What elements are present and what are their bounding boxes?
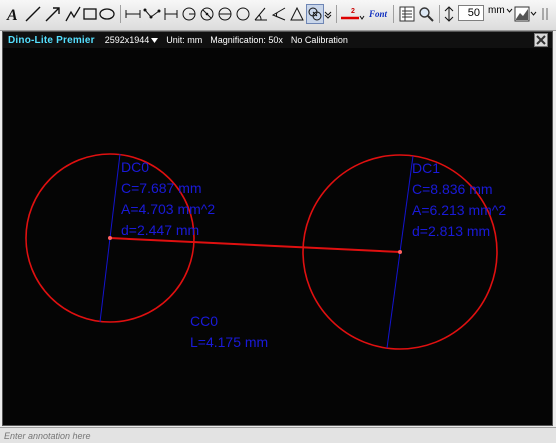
polyline-measure-icon <box>143 8 161 19</box>
circle-diameter-icon <box>200 7 214 21</box>
circle-tool[interactable] <box>234 4 252 24</box>
ellipse-icon <box>99 8 115 20</box>
rectangle-tool[interactable] <box>82 4 98 24</box>
arrow-icon <box>45 7 60 22</box>
chevron-down-icon <box>324 11 332 19</box>
rectangle-icon <box>83 8 97 20</box>
close-icon <box>536 35 546 45</box>
text-tool[interactable]: A <box>6 4 20 24</box>
font-label: Font <box>368 9 387 19</box>
toolbar-separator <box>120 5 121 23</box>
angle-tool[interactable] <box>252 4 270 24</box>
circle-radius-tool[interactable] <box>180 4 198 24</box>
cc0-length: L=4.175 mm <box>190 334 268 350</box>
circle-3point-tool[interactable] <box>216 4 234 24</box>
dc0-area: A=4.703 mm^2 <box>121 201 215 217</box>
polyline-icon <box>65 6 81 22</box>
toolbar-separator <box>393 5 394 23</box>
horizontal-measure-icon <box>125 10 141 18</box>
close-button[interactable] <box>534 33 548 47</box>
magnification-label: Magnification: 50x <box>210 35 283 45</box>
list-icon <box>399 6 415 22</box>
resolution-select[interactable]: 2592x1944 <box>105 35 159 45</box>
image-canvas[interactable]: DC0 C=7.687 mm A=4.703 mm^2 d=2.447 mm D… <box>3 48 552 425</box>
polyline-measure-tool[interactable] <box>143 4 161 24</box>
dc1-center-point <box>398 250 402 254</box>
measurement-list-tool[interactable] <box>398 4 416 24</box>
dc0-center-point <box>108 236 112 240</box>
circle-3point-icon <box>218 7 232 21</box>
toolbar-overflow[interactable] <box>540 4 552 24</box>
chevron-down-icon <box>151 37 159 43</box>
resolution-value: 2592x1944 <box>104 35 150 45</box>
dc1-area: A=6.213 mm^2 <box>412 202 506 218</box>
measure-dropdown[interactable] <box>324 4 332 24</box>
capture-window: Dino-Lite Premier 2592x1944 Unit: mm Mag… <box>2 31 553 426</box>
unit-label: Unit: mm <box>166 35 203 45</box>
annotation-bar <box>0 427 556 443</box>
circle-icon <box>236 7 250 21</box>
cc0-name: CC0 <box>190 313 218 329</box>
parallel-measure-tool[interactable] <box>162 4 180 24</box>
polyline-tool[interactable] <box>64 4 82 24</box>
circle-radius-icon <box>182 7 196 21</box>
svg-text:A: A <box>6 7 18 22</box>
window-header: Dino-Lite Premier 2592x1944 Unit: mm Mag… <box>3 32 552 48</box>
dc0-circumference: C=7.687 mm <box>121 180 202 196</box>
app-title: Dino-Lite Premier <box>8 34 95 46</box>
ellipse-tool[interactable] <box>98 4 116 24</box>
dc0-name: DC0 <box>121 159 149 175</box>
line-color-icon <box>341 15 365 20</box>
chevron-down-icon <box>506 8 513 13</box>
line-tool[interactable] <box>24 4 42 24</box>
center-to-center-icon <box>308 7 322 21</box>
dc0-diameter: d=2.447 mm <box>121 222 199 238</box>
zoom-input[interactable] <box>458 5 484 21</box>
image-adjust-tool[interactable] <box>514 4 538 24</box>
angle-3point-icon <box>290 6 304 21</box>
dc1-diameter: d=2.813 mm <box>412 223 490 239</box>
toolbar: A 2 Font 50 mm <box>0 0 556 31</box>
triangle-angle-icon <box>271 7 286 21</box>
angle-icon <box>254 7 267 21</box>
overflow-icon <box>542 8 548 20</box>
horizontal-measure-tool[interactable] <box>124 4 142 24</box>
line-color-tool[interactable]: 2 <box>340 4 366 24</box>
parallel-measure-icon <box>164 8 178 20</box>
magnifier-tool[interactable] <box>417 4 435 24</box>
unit-select-value: mm <box>488 5 505 16</box>
line-weight-label: 2 <box>351 7 355 15</box>
arrow-tool[interactable] <box>44 4 62 24</box>
calibration-label: No Calibration <box>290 35 348 45</box>
circle-diameter-tool[interactable] <box>198 4 216 24</box>
text-tool-icon: A <box>6 7 18 22</box>
center-to-center-tool[interactable] <box>306 4 324 24</box>
zoom-adjust-icon[interactable] <box>443 4 455 24</box>
line-icon <box>25 6 41 22</box>
image-adjust-icon <box>514 6 537 22</box>
triangle-angle-tool[interactable] <box>270 4 288 24</box>
dc1-name: DC1 <box>412 160 440 176</box>
unit-select[interactable]: mm <box>488 5 513 16</box>
font-tool[interactable]: Font <box>367 4 389 24</box>
zoom-stepper-icon <box>444 6 454 22</box>
dc1-circumference: C=8.836 mm <box>412 181 493 197</box>
magnifier-icon <box>419 7 434 22</box>
annotation-input[interactable] <box>4 429 549 442</box>
toolbar-separator <box>336 5 337 23</box>
toolbar-separator <box>439 5 440 23</box>
angle-3point-tool[interactable] <box>288 4 306 24</box>
